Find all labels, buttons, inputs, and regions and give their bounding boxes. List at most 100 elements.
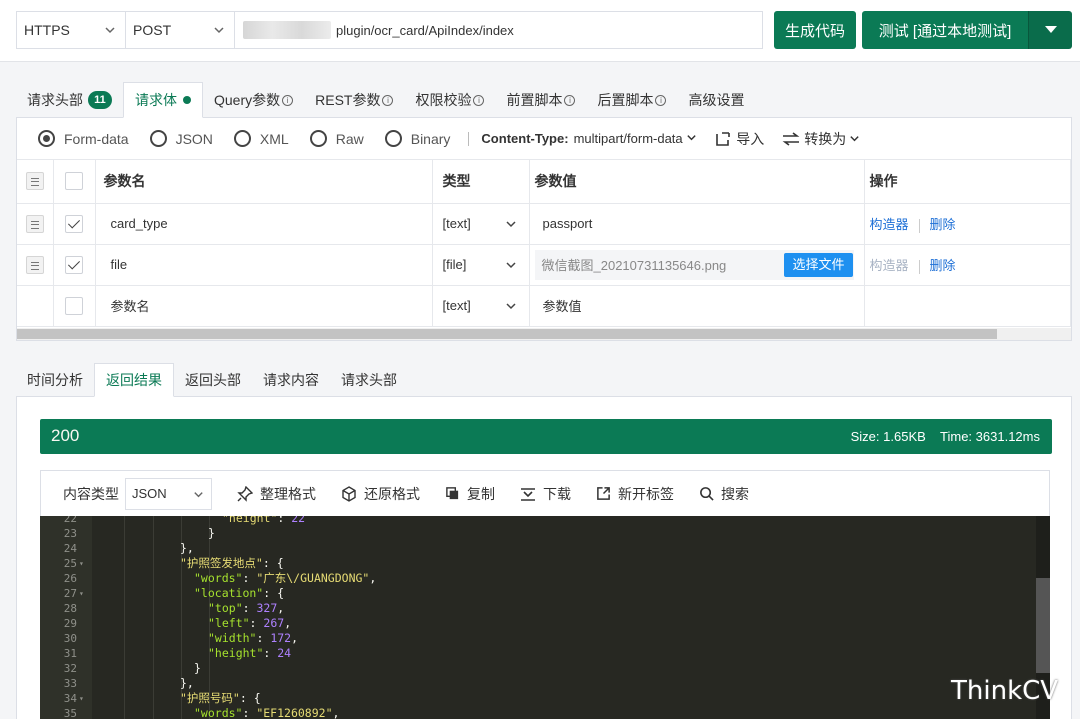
scrollbar-thumb[interactable] [17, 329, 997, 339]
bulk-edit-cell[interactable] [17, 160, 54, 204]
tab-label: 请求体 [135, 92, 177, 108]
code-token: } [194, 661, 201, 675]
header-param-name: 参数名 [95, 160, 433, 204]
param-type-select[interactable]: [file] [432, 244, 530, 286]
swap-icon [782, 131, 800, 146]
copy-button[interactable]: 复制 [445, 484, 495, 504]
test-button[interactable]: 测试 [通过本地测试] [862, 11, 1028, 49]
code-token: , [291, 631, 299, 645]
radio-json[interactable]: JSON [149, 130, 213, 147]
code-text: "height": 22 [222, 516, 305, 526]
delete-link[interactable]: 删除 [930, 258, 956, 273]
tab-label: 权限校验 [415, 92, 472, 108]
fold-arrow-icon[interactable]: ▾ [79, 691, 84, 706]
import-label: 导入 [736, 130, 765, 147]
radio-form-data[interactable]: Form-data [38, 130, 129, 147]
radio-xml[interactable]: XML [233, 130, 289, 147]
param-type-select[interactable]: [text] [432, 203, 530, 245]
row-checkbox[interactable] [65, 214, 83, 233]
response-code-editor[interactable]: 22 "height": 22 23} 24}, 25 ▾ "护照签发地点": {26 "wo… [40, 516, 1050, 719]
code-token: , [284, 616, 292, 630]
tab-advanced[interactable]: 高级设置 [677, 82, 755, 118]
fold-arrow-icon[interactable]: ▾ [79, 556, 84, 571]
chevron-down-icon [505, 302, 516, 309]
table-row: card_type [text] passport 构造器 删除 [17, 203, 1071, 245]
status-code: 200 [51, 426, 80, 445]
param-name-input[interactable]: card_type [95, 203, 433, 245]
fold-arrow-icon[interactable]: ▾ [79, 586, 84, 601]
drag-handle[interactable] [17, 244, 54, 286]
info-icon: i [655, 94, 667, 106]
code-text: "width": 172, [208, 631, 298, 646]
builder-link: 构造器 [869, 258, 909, 273]
tab-timing[interactable]: 时间分析 [16, 363, 94, 397]
download-button[interactable]: 下载 [520, 484, 571, 504]
method-select[interactable]: POST [125, 11, 235, 49]
chevron-down-icon [214, 27, 224, 34]
tab-rest-params[interactable]: REST参数 i [304, 82, 404, 118]
code-token: }, [180, 541, 194, 555]
code-text: "护照号码": { [180, 691, 261, 706]
tab-request-headers[interactable]: 请求头部 11 [16, 82, 123, 118]
row-checkbox[interactable] [65, 296, 83, 315]
response-panel: 200 Size: 1.65KB Time: 3631.12ms 内容类型 JS… [16, 396, 1072, 719]
test-dropdown-button[interactable] [1028, 11, 1072, 49]
radio-label: JSON [175, 130, 213, 147]
tab-post-script[interactable]: 后置脚本 i [586, 82, 677, 118]
tab-response-headers[interactable]: 返回头部 [174, 363, 252, 397]
count-badge: 11 [88, 91, 112, 109]
radio-binary[interactable]: Binary [384, 130, 451, 147]
code-token: "words" [194, 571, 243, 585]
content-type-select[interactable]: multipart/form-data [574, 131, 698, 146]
download-label: 下载 [543, 485, 571, 502]
select-all-checkbox[interactable] [65, 172, 83, 191]
param-type-select[interactable]: [text] [432, 285, 530, 327]
builder-link[interactable]: 构造器 [870, 217, 909, 232]
protocol-select[interactable]: HTTPS [16, 11, 126, 49]
param-name-input[interactable]: file [95, 244, 433, 286]
watermark: ThinkCV [951, 676, 1059, 706]
scrollbar-thumb[interactable] [1036, 578, 1050, 673]
tab-request-content[interactable]: 请求内容 [252, 363, 330, 397]
tab-label: 请求头部 [27, 92, 83, 108]
table-header-row: 参数名 类型 参数值 操作 [17, 160, 1071, 204]
convert-button[interactable]: 转换为 [782, 129, 860, 149]
param-value-input[interactable]: 参数值 [529, 285, 865, 327]
code-token: 327 [256, 601, 278, 615]
code-token: "height" [208, 646, 264, 660]
import-button[interactable]: 导入 [715, 129, 764, 149]
horizontal-scrollbar[interactable] [17, 328, 1071, 340]
import-icon [716, 131, 731, 146]
url-input[interactable]: plugin/ocr_card/ApiIndex/index [234, 11, 763, 49]
param-value-input[interactable]: passport [529, 203, 865, 245]
code-line: 32} [40, 661, 1050, 676]
search-button[interactable]: 搜索 [699, 484, 749, 504]
row-checkbox[interactable] [65, 255, 83, 274]
tab-request-body[interactable]: 请求体 [123, 82, 203, 118]
tab-response-body[interactable]: 返回结果 [94, 363, 174, 397]
code-text: "护照签发地点": { [180, 556, 284, 571]
code-token: }, [180, 676, 194, 690]
choose-file-button[interactable]: 选择文件 [784, 252, 853, 277]
drag-handle[interactable] [17, 203, 54, 245]
content-type-select[interactable]: JSON [125, 477, 212, 510]
menu-icon [25, 172, 44, 191]
code-text: "words": "EF1260892", [194, 706, 339, 719]
delete-link[interactable]: 删除 [930, 217, 956, 232]
param-name-input[interactable]: 参数名 [95, 285, 433, 327]
format-button[interactable]: 整理格式 [237, 484, 316, 504]
radio-label: Binary [410, 130, 451, 147]
code-line: 34 ▾ "护照号码": { [40, 691, 1050, 706]
generate-code-button[interactable]: 生成代码 [774, 11, 856, 49]
tab-query-params[interactable]: Query参数 i [203, 82, 304, 118]
tab-pre-script[interactable]: 前置脚本 i [495, 82, 586, 118]
radio-raw[interactable]: Raw [309, 130, 364, 147]
tab-auth[interactable]: 权限校验 i [404, 82, 495, 118]
tab-request-headers-sent[interactable]: 请求头部 [330, 363, 408, 397]
code-token: "words" [194, 706, 243, 719]
new-tab-button[interactable]: 新开标签 [596, 484, 674, 504]
select-all-cell[interactable] [53, 160, 96, 204]
code-token: , [277, 601, 285, 615]
restore-button[interactable]: 还原格式 [341, 484, 420, 504]
code-text: } [194, 661, 201, 676]
